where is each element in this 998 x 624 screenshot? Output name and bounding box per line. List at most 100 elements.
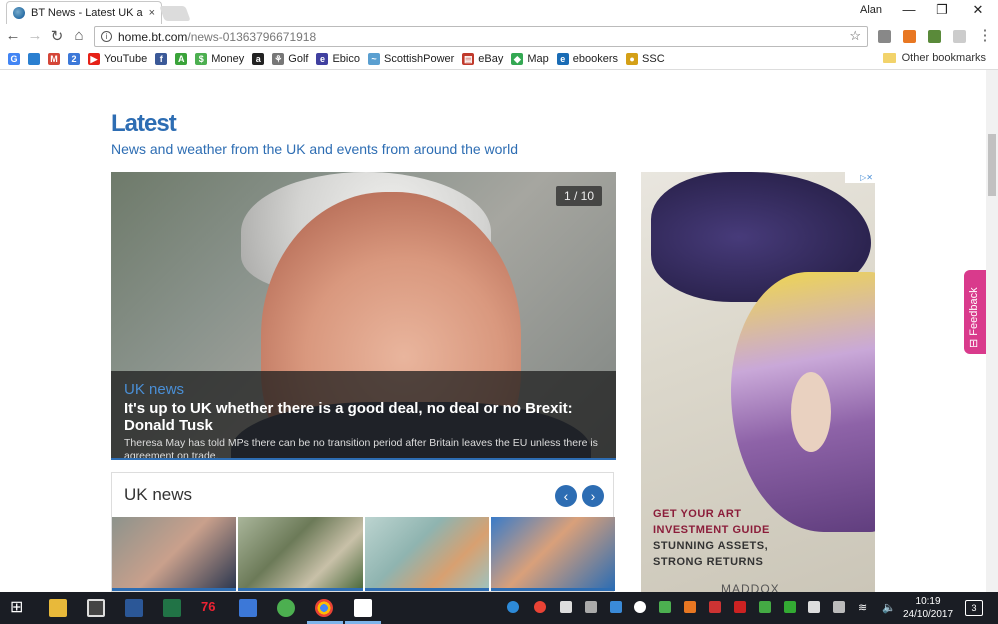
bookmark-ebico[interactable]: e Ebico xyxy=(316,52,360,65)
bookmark-ssc[interactable]: ● SSC xyxy=(626,52,665,65)
browser-tab[interactable]: BT News - Latest UK and × xyxy=(6,1,162,24)
hero-category[interactable]: UK news xyxy=(124,381,603,398)
uk-news-section: UK news ‹ › xyxy=(111,472,615,592)
scrollbar-thumb[interactable] xyxy=(988,134,996,196)
maximize-icon[interactable]: ❐ xyxy=(932,2,952,18)
bookmark-label: ebookers xyxy=(572,52,619,65)
clock-time: 10:19 xyxy=(915,596,941,607)
hero-caption[interactable]: UK news It's up to UK whether there is a… xyxy=(111,371,616,459)
bookmark-facebook[interactable]: f xyxy=(155,52,168,65)
ad-choices-icon[interactable]: ▷✕ xyxy=(845,172,875,183)
ad-headline: GET YOUR ART INVESTMENT GUIDE xyxy=(653,506,770,538)
advertisement[interactable]: ▷✕ GET YOUR ART INVESTMENT GUIDE STUNNIN… xyxy=(641,172,875,592)
bookmark-a[interactable]: A xyxy=(175,52,188,65)
tray-icon[interactable] xyxy=(759,601,771,613)
bookmark-golf[interactable]: ⚘ Golf xyxy=(272,52,308,65)
bookmark-amazon[interactable]: a xyxy=(252,52,265,65)
extension-icon[interactable] xyxy=(953,30,966,43)
bookmark-star-icon[interactable]: ☆ xyxy=(849,28,861,44)
bookmark-calendar[interactable]: 2 xyxy=(68,52,80,65)
page-scrollbar[interactable] xyxy=(986,70,998,592)
prev-arrow-icon[interactable]: ‹ xyxy=(555,485,577,507)
calendar-app-icon[interactable] xyxy=(239,599,257,617)
store-icon[interactable] xyxy=(87,599,105,617)
windows-start-icon[interactable]: ⊞ xyxy=(10,599,28,617)
minimize-icon[interactable]: — xyxy=(899,2,919,17)
system-clock[interactable]: 10:19 24/10/2017 xyxy=(903,595,953,621)
profile-name[interactable]: Alan xyxy=(860,4,882,16)
bookmark-map[interactable]: ◆ Map xyxy=(511,52,549,65)
money-app-icon[interactable] xyxy=(277,599,295,617)
hero-title[interactable]: It's up to UK whether there is a good de… xyxy=(124,400,603,434)
extension-icon[interactable] xyxy=(878,30,891,43)
url-path: /news-01363796671918 xyxy=(187,29,317,44)
hero-carousel[interactable]: 1 / 10 UK news It's up to UK whether the… xyxy=(111,172,616,459)
tray-icon[interactable] xyxy=(709,601,721,613)
ebico-icon: e xyxy=(316,52,329,65)
tab-title: BT News - Latest UK and xyxy=(31,7,143,19)
word-icon[interactable] xyxy=(125,599,143,617)
shield-icon[interactable] xyxy=(734,601,746,613)
notifications-icon[interactable]: 3 xyxy=(965,600,983,616)
bookmark-label: Ebico xyxy=(332,52,360,65)
tray-icon[interactable] xyxy=(585,601,597,613)
close-window-icon[interactable]: ✕ xyxy=(968,2,988,18)
back-icon[interactable]: ← xyxy=(4,27,22,44)
amazon-icon: a xyxy=(252,52,265,65)
other-bookmarks[interactable]: Other bookmarks xyxy=(882,52,986,64)
next-arrow-icon[interactable]: › xyxy=(582,485,604,507)
bookmark-scottishpower[interactable]: ~ ScottishPower xyxy=(367,52,454,65)
mail-icon[interactable] xyxy=(354,599,372,617)
chrome-tray-icon[interactable] xyxy=(534,601,546,613)
slide-counter: 1 / 10 xyxy=(555,186,602,206)
bookmark-ebookers[interactable]: e ebookers xyxy=(556,52,619,65)
bookmark-gmail[interactable]: M xyxy=(48,52,60,65)
news-thumbnail[interactable] xyxy=(112,517,237,591)
extension-icon[interactable] xyxy=(903,30,916,43)
news-thumbnail[interactable] xyxy=(238,517,363,591)
browser-toolbar: ← → ↻ ⌂ i home.bt.com /news-013637966719… xyxy=(0,24,998,48)
ad-tagline: STUNNING ASSETS, STRONG RETURNS xyxy=(653,538,768,570)
file-explorer-icon[interactable] xyxy=(49,599,67,617)
onedrive-icon[interactable] xyxy=(634,601,646,613)
news-thumbnail[interactable] xyxy=(364,517,489,591)
new-tab-button[interactable] xyxy=(159,6,191,21)
chrome-icon xyxy=(28,52,40,65)
reload-icon[interactable]: ↻ xyxy=(48,27,66,45)
bookmark-google[interactable]: G xyxy=(8,52,20,65)
address-bar[interactable]: i home.bt.com /news-01363796671918 ☆ xyxy=(94,26,868,47)
app-icon[interactable]: 76 xyxy=(201,599,219,617)
tray-icon[interactable] xyxy=(659,601,671,613)
bookmark-label: Map xyxy=(527,52,549,65)
excel-icon[interactable] xyxy=(163,599,181,617)
wifi-icon[interactable]: ≋ xyxy=(858,601,870,614)
battery-icon[interactable] xyxy=(808,601,820,613)
tray-icon[interactable] xyxy=(684,601,696,613)
tab-close-icon[interactable]: × xyxy=(149,7,155,19)
forward-icon[interactable]: → xyxy=(26,27,44,44)
uk-news-title[interactable]: UK news xyxy=(124,485,192,505)
menu-icon[interactable]: ⋮ xyxy=(976,26,994,44)
bookmark-label: YouTube xyxy=(104,52,148,65)
bt-favicon-icon xyxy=(13,7,25,19)
feedback-button[interactable]: ⊟ Feedback xyxy=(964,270,986,354)
bookmarks-list: G M 2 ▶ YouTube f A $ Money a ⚘ Golf e Ebico ~ Scottish… xyxy=(0,52,665,65)
volume-icon[interactable]: 🔈 xyxy=(882,601,896,614)
bookmark-money[interactable]: $ Money xyxy=(195,52,244,65)
help-icon[interactable] xyxy=(507,601,519,613)
home-icon[interactable]: ⌂ xyxy=(70,27,88,44)
info-icon[interactable]: i xyxy=(101,31,112,42)
other-bookmarks-label: Other bookmarks xyxy=(901,52,986,64)
bookmark-label: eBay xyxy=(478,52,504,65)
tray-icon[interactable] xyxy=(560,601,572,613)
tray-icon[interactable] xyxy=(784,601,796,613)
map-icon: ◆ xyxy=(511,52,524,65)
tray-icon[interactable] xyxy=(610,601,622,613)
bookmark-ebay[interactable]: ▤ eBay xyxy=(462,52,504,65)
news-thumbnail[interactable] xyxy=(490,517,615,591)
extension-icon[interactable] xyxy=(928,30,941,43)
bookmark-chrome[interactable] xyxy=(28,52,40,65)
chrome-taskbar-icon[interactable] xyxy=(315,599,333,617)
tray-icon[interactable] xyxy=(833,601,845,613)
bookmark-youtube[interactable]: ▶ YouTube xyxy=(88,52,148,65)
